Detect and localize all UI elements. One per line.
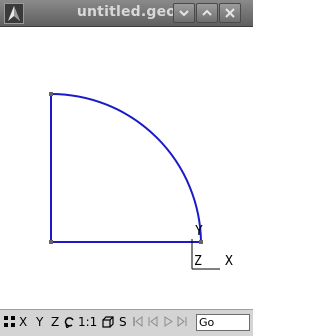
graphics-canvas[interactable]: Y Z X xyxy=(2,27,251,308)
geometry-arc[interactable] xyxy=(50,93,202,243)
geometry-point[interactable] xyxy=(49,240,53,244)
minimize-button[interactable] xyxy=(173,3,195,23)
axis-x-label: X xyxy=(225,254,233,269)
scale-button[interactable]: 1:1 xyxy=(78,315,97,329)
first-icon[interactable] xyxy=(133,316,143,327)
title-bar[interactable]: untitled.geo xyxy=(0,0,253,27)
minimize-icon xyxy=(179,10,189,17)
status-bar: X Y Z 1:1 S Go xyxy=(0,309,253,336)
view-x-button[interactable]: X xyxy=(19,315,27,329)
gmsh-window: untitled.geo Y Z X X Y Z 1:1 S Go xyxy=(0,0,253,336)
geometry-point[interactable] xyxy=(49,92,53,96)
close-button[interactable] xyxy=(219,3,241,23)
status-message-field[interactable]: Go xyxy=(196,314,250,331)
cube-icon[interactable] xyxy=(102,316,114,328)
play-icon[interactable] xyxy=(164,316,173,327)
maximize-icon xyxy=(202,9,212,16)
geometry-point[interactable] xyxy=(199,240,203,244)
prev-icon[interactable] xyxy=(148,316,158,327)
close-icon xyxy=(225,8,235,18)
next-icon[interactable] xyxy=(177,316,187,327)
s-button[interactable]: S xyxy=(119,315,127,329)
view-z-button[interactable]: Z xyxy=(51,315,59,329)
axis-y-label: Y xyxy=(195,224,203,239)
grid-icon[interactable] xyxy=(4,316,15,327)
axis-z-label: Z xyxy=(194,254,202,269)
view-y-button[interactable]: Y xyxy=(36,315,43,329)
rotate-icon[interactable] xyxy=(64,316,75,328)
maximize-button[interactable] xyxy=(196,3,218,23)
